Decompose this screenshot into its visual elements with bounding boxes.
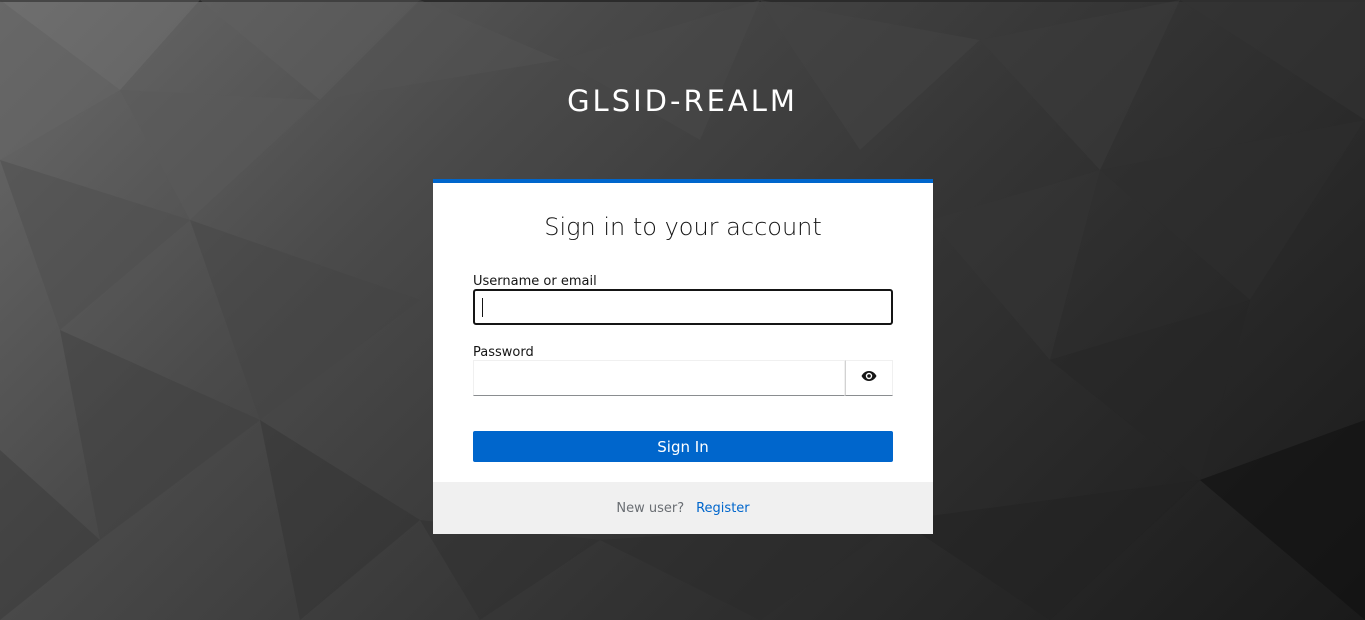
text-caret — [482, 298, 483, 317]
login-heading: Sign in to your account — [544, 213, 822, 241]
password-field-group — [473, 360, 893, 396]
card-footer: New user? Register — [433, 482, 933, 534]
eye-icon — [861, 369, 877, 387]
login-card: Sign in to your account Username or emai… — [433, 179, 933, 534]
realm-title: GLSID-REALM — [567, 84, 798, 118]
login-page: GLSID-REALM Sign in to your account User… — [0, 0, 1365, 620]
new-user-text: New user? — [616, 500, 685, 516]
password-label: Password — [473, 345, 534, 360]
username-label: Username or email — [473, 274, 597, 289]
show-password-button[interactable] — [845, 360, 893, 396]
password-input[interactable] — [473, 360, 845, 396]
register-link[interactable]: Register — [696, 501, 750, 516]
username-input[interactable] — [473, 289, 893, 325]
sign-in-button[interactable]: Sign In — [473, 431, 893, 462]
